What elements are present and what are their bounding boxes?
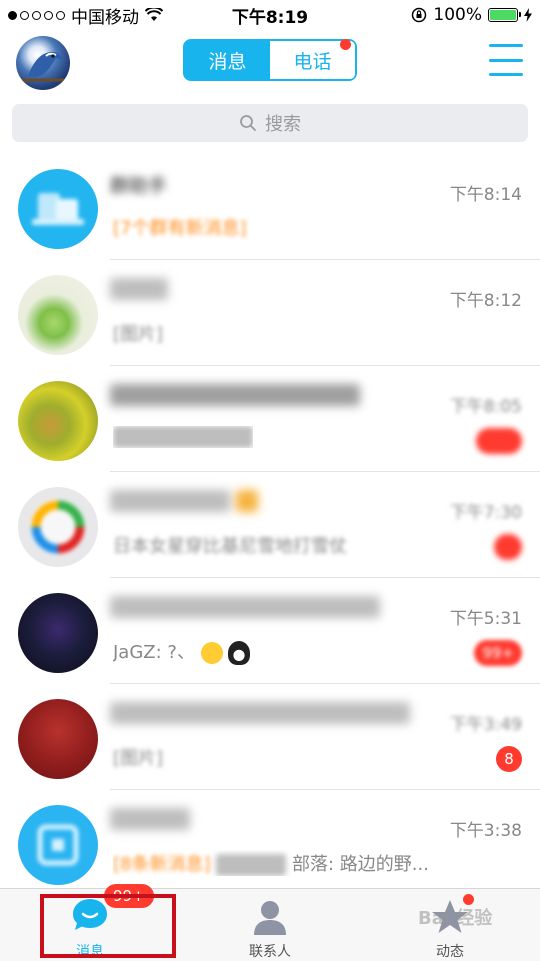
battery-percent: 100% (433, 5, 482, 25)
message-time: 下午3:38 (449, 821, 522, 841)
emoji-penguin-icon (228, 641, 251, 665)
contact-name (110, 383, 360, 411)
message-preview (113, 426, 253, 448)
contact-name (110, 277, 168, 305)
battery-icon (488, 8, 521, 22)
tab-label: 动态 (436, 944, 464, 960)
contact-avatar (18, 805, 98, 885)
conversation-row[interactable]: 下午8:05 (0, 366, 540, 472)
emoji-sleepy-icon (200, 642, 223, 664)
message-time: 下午3:49 (449, 715, 522, 735)
annotation-highlight-box (40, 894, 176, 958)
message-time: 下午8:05 (449, 397, 522, 417)
tab-messages[interactable]: 消息 (185, 41, 270, 79)
message-preview: JaGZ: ?、 (113, 638, 251, 665)
unread-badge (494, 534, 522, 560)
news-logo-icon (30, 499, 86, 555)
message-preview-text: 部落: 路边的野... (291, 854, 429, 875)
contact-name (110, 489, 259, 517)
app-logo-icon (37, 824, 79, 866)
search-placeholder: 搜索 (265, 114, 301, 135)
new-message-count: [8条新消息] (113, 854, 211, 875)
conversation-row[interactable]: 下午7:30 日本女星穿比基尼雪地打雪仗 (0, 472, 540, 578)
conversation-row[interactable]: 下午5:31 JaGZ: ?、 99+ (0, 578, 540, 684)
my-avatar[interactable] (16, 36, 70, 90)
unread-badge (476, 428, 522, 454)
conversation-row[interactable]: 下午8:12 [图片] (0, 260, 540, 366)
message-call-switch: 消息 电话 (183, 39, 357, 81)
contact-name (110, 701, 410, 729)
message-time: 下午7:30 (449, 503, 522, 523)
baidu-watermark: Bai 经验 (418, 908, 493, 929)
carrier-label: 中国移动 (71, 7, 139, 28)
top-header: 消息 电话 (0, 30, 540, 96)
conversation-list: 群助手 下午8:14 [7个群有新消息] 下午8:12 [图片] 下午8:05 (0, 154, 540, 896)
contact-name: 群助手 (110, 175, 168, 197)
contact-avatar (18, 487, 98, 567)
message-preview: [7个群有新消息] (113, 218, 247, 239)
message-time: 下午8:12 (449, 291, 522, 311)
conversation-row[interactable]: 下午3:38 [8条新消息] 部落: 路边的野... (0, 790, 540, 896)
charging-bolt-icon (524, 8, 532, 22)
contact-avatar (18, 381, 98, 461)
unread-badge: 8 (496, 746, 522, 772)
contact-name (110, 595, 380, 623)
contact-name (110, 807, 190, 835)
message-time: 下午8:14 (449, 185, 522, 205)
group-icon (32, 193, 84, 225)
conversation-row[interactable]: 下午3:49 [图片] 8 (0, 684, 540, 790)
contact-avatar (18, 593, 98, 673)
bird-avatar-icon (22, 51, 64, 82)
group-helper-avatar (18, 169, 98, 249)
message-preview-text: JaGZ: ?、 (113, 642, 195, 663)
message-preview: [图片] (113, 324, 164, 345)
calls-notification-dot (340, 39, 351, 50)
contact-avatar (18, 699, 98, 779)
message-time: 下午5:31 (449, 609, 522, 629)
contacts-person-icon (254, 901, 286, 935)
hamburger-menu-icon[interactable] (489, 44, 523, 76)
search-bar[interactable]: 搜索 (12, 104, 528, 142)
signal-dots-icon (8, 10, 65, 20)
contact-avatar (18, 275, 98, 355)
message-preview: [图片] (113, 748, 164, 769)
status-bar: 中国移动 下午8:19 100% (0, 0, 540, 30)
message-preview: [8条新消息] 部落: 路边的野... (113, 850, 429, 876)
wifi-icon (145, 8, 163, 21)
unread-badge: 99+ (474, 640, 522, 666)
conversation-row[interactable]: 群助手 下午8:14 [7个群有新消息] (0, 154, 540, 260)
tab-contacts[interactable]: 联系人 (180, 889, 360, 961)
message-preview: 日本女星穿比基尼雪地打雪仗 (113, 536, 347, 557)
tab-label: 联系人 (249, 944, 291, 960)
search-icon (240, 115, 256, 131)
orientation-lock-icon (412, 7, 427, 23)
